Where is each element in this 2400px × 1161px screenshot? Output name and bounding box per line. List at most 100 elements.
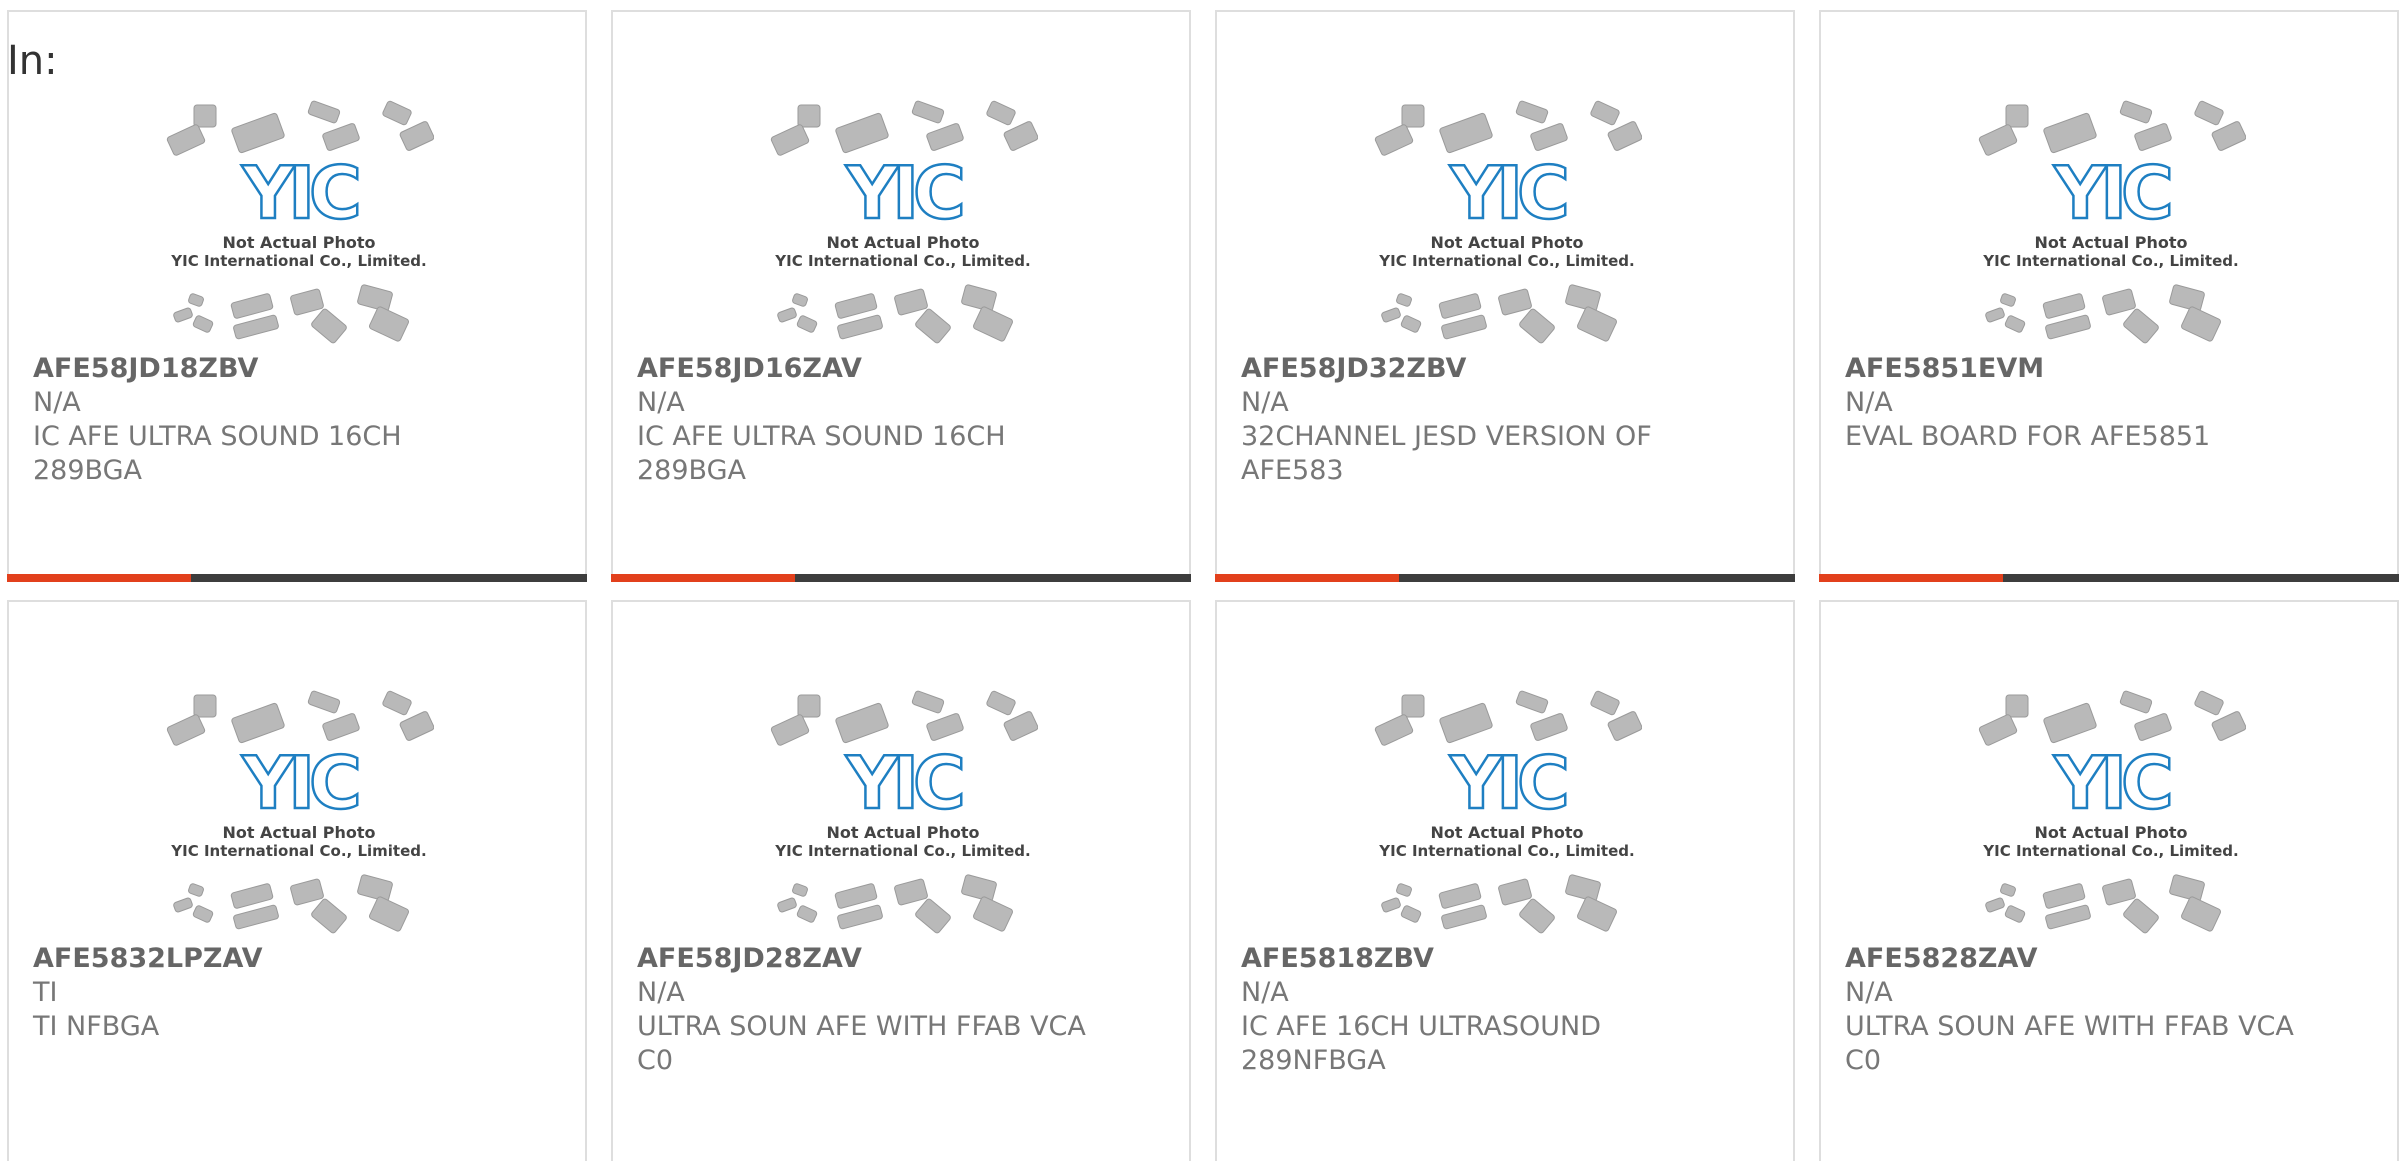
- chip-icon: [894, 878, 928, 906]
- chip-icon: [1400, 905, 1422, 923]
- chip-icon: [231, 702, 285, 744]
- manufacturer: N/A: [637, 977, 685, 1008]
- product-card[interactable]: YIC Not Actual Photo YIC International Co.…: [7, 10, 587, 582]
- chip-icon: [986, 100, 1016, 126]
- part-number-link[interactable]: AFE58JD28ZAV: [637, 942, 1167, 976]
- placeholder-graphic: YICNot Actual PhotoYIC International Co.…: [1978, 100, 2247, 344]
- chip-icon: [369, 306, 409, 342]
- chip-icon: [797, 694, 821, 718]
- company-caption: YIC International Co., Limited.: [774, 842, 1030, 860]
- part-number-link[interactable]: AFE58JD32ZBV: [1241, 352, 1771, 386]
- product-card[interactable]: YIC Not Actual Photo YIC International Co.…: [1819, 600, 2399, 1161]
- company-caption: YIC International Co., Limited.: [170, 842, 426, 860]
- card-accent-bar: [1215, 574, 1399, 582]
- chip-icon: [911, 100, 945, 124]
- part-number-link[interactable]: AFE5832LPZAV: [33, 942, 563, 976]
- manufacturer: N/A: [1241, 387, 1289, 418]
- chip-icon: [2134, 713, 2172, 741]
- manufacturer: N/A: [1845, 977, 1893, 1008]
- chip-icon: [2123, 898, 2159, 934]
- chip-icon: [770, 124, 810, 156]
- product-info: AFE58JD16ZAV N/A IC AFE ULTRA SOUND 16CH…: [637, 352, 1167, 488]
- placeholder-product-photo: YIC Not Actual Photo YIC International Co.…: [1372, 690, 1643, 940]
- chip-icon: [382, 100, 412, 126]
- chip-icon: [2043, 702, 2097, 744]
- product-info: AFE5828ZAV N/A ULTRA SOUN AFE WITH FFAB …: [1845, 942, 2375, 1078]
- chip-icon: [188, 883, 204, 897]
- chip-icon: [1438, 883, 1482, 909]
- part-number-link[interactable]: AFE5828ZAV: [1845, 942, 2375, 976]
- chip-icon: [1374, 714, 1414, 746]
- part-number-link[interactable]: AFE58JD16ZAV: [637, 352, 1167, 386]
- placeholder-graphic: YICNot Actual PhotoYIC International Co.…: [166, 100, 435, 344]
- chip-icon: [1439, 112, 1493, 154]
- card-bottom-bar: [1215, 574, 1795, 582]
- company-caption: YIC International Co., Limited.: [1982, 842, 2238, 860]
- product-description: ULTRA SOUN AFE WITH FFAB VCA C0: [637, 1011, 1086, 1076]
- manufacturer: TI: [33, 977, 58, 1008]
- chip-icon: [1498, 288, 1532, 316]
- manufacturer: N/A: [637, 387, 685, 418]
- chip-icon: [192, 905, 214, 923]
- chip-icon: [233, 904, 279, 930]
- chip-icon: [2102, 878, 2136, 906]
- chip-icon: [1515, 100, 1549, 124]
- product-description: IC AFE 16CH ULTRASOUND 289NFBGA: [1241, 1011, 1601, 1076]
- product-card[interactable]: YIC Not Actual Photo YIC International Co.…: [1215, 600, 1795, 1161]
- product-card[interactable]: YIC Not Actual Photo YIC International Co.…: [7, 600, 587, 1161]
- chip-icon: [193, 104, 217, 128]
- card-accent-bar: [1819, 574, 2003, 582]
- chip-icon: [192, 315, 214, 333]
- chip-icon: [173, 897, 193, 913]
- chip-icon: [2005, 104, 2029, 128]
- chip-icon: [1590, 690, 1620, 716]
- card-accent-bar: [7, 574, 191, 582]
- yic-logo: YIC: [241, 151, 358, 235]
- yic-logo: YIC: [2053, 741, 2170, 825]
- chip-icon: [986, 690, 1016, 716]
- chip-icon: [230, 883, 274, 909]
- placeholder-graphic: YICNot Actual PhotoYIC International Co.…: [770, 690, 1039, 934]
- chip-icon: [1396, 883, 1412, 897]
- chip-icon: [2005, 694, 2029, 718]
- chip-icon: [911, 690, 945, 714]
- placeholder-graphic: YICNot Actual PhotoYIC International Co.…: [1978, 690, 2247, 934]
- product-card[interactable]: YIC Not Actual Photo YIC International Co.…: [1819, 10, 2399, 582]
- chip-icon: [2194, 100, 2224, 126]
- chip-icon: [173, 307, 193, 323]
- not-actual-photo-caption: Not Actual Photo: [222, 823, 375, 842]
- product-card[interactable]: YIC Not Actual Photo YIC International Co.…: [611, 10, 1191, 582]
- chip-icon: [797, 104, 821, 128]
- product-description: ULTRA SOUN AFE WITH FFAB VCA C0: [1845, 1011, 2294, 1076]
- part-number-link[interactable]: AFE5818ZBV: [1241, 942, 1771, 976]
- product-info: AFE58JD18ZBV N/A IC AFE ULTRA SOUND 16CH…: [33, 352, 563, 488]
- chip-icon: [382, 690, 412, 716]
- chip-icon: [311, 308, 347, 344]
- part-number-link[interactable]: AFE5851EVM: [1845, 352, 2375, 386]
- chip-icon: [2000, 883, 2016, 897]
- product-card[interactable]: YIC Not Actual Photo YIC International Co.…: [1215, 10, 1795, 582]
- card-bottom-bar: [611, 574, 1191, 582]
- chip-icon: [2004, 905, 2026, 923]
- chip-icon: [2042, 883, 2086, 909]
- chip-icon: [2181, 896, 2221, 932]
- not-actual-photo-caption: Not Actual Photo: [826, 233, 979, 252]
- placeholder-product-photo: YIC Not Actual Photo YIC International Co.…: [768, 690, 1039, 940]
- not-actual-photo-caption: Not Actual Photo: [826, 823, 979, 842]
- chip-icon: [1381, 897, 1401, 913]
- card-bottom-bar: [1819, 574, 2399, 582]
- part-number-link[interactable]: AFE58JD18ZBV: [33, 352, 563, 386]
- product-info: AFE58JD32ZBV N/A 32CHANNEL JESD VERSION …: [1241, 352, 1771, 488]
- chip-icon: [1985, 307, 2005, 323]
- placeholder-product-photo: YIC Not Actual Photo YIC International Co.…: [1976, 100, 2247, 350]
- chip-icon: [777, 897, 797, 913]
- product-card[interactable]: YIC Not Actual Photo YIC International Co.…: [611, 600, 1191, 1161]
- chip-icon: [926, 123, 964, 151]
- chip-icon: [2169, 874, 2205, 902]
- chip-icon: [1438, 293, 1482, 319]
- chip-icon: [307, 690, 341, 714]
- in-label: In:: [7, 38, 58, 84]
- not-actual-photo-caption: Not Actual Photo: [222, 233, 375, 252]
- product-info: AFE5832LPZAV TI TI NFBGA: [33, 942, 563, 1044]
- placeholder-graphic: YICNot Actual PhotoYIC International Co.…: [1374, 100, 1643, 344]
